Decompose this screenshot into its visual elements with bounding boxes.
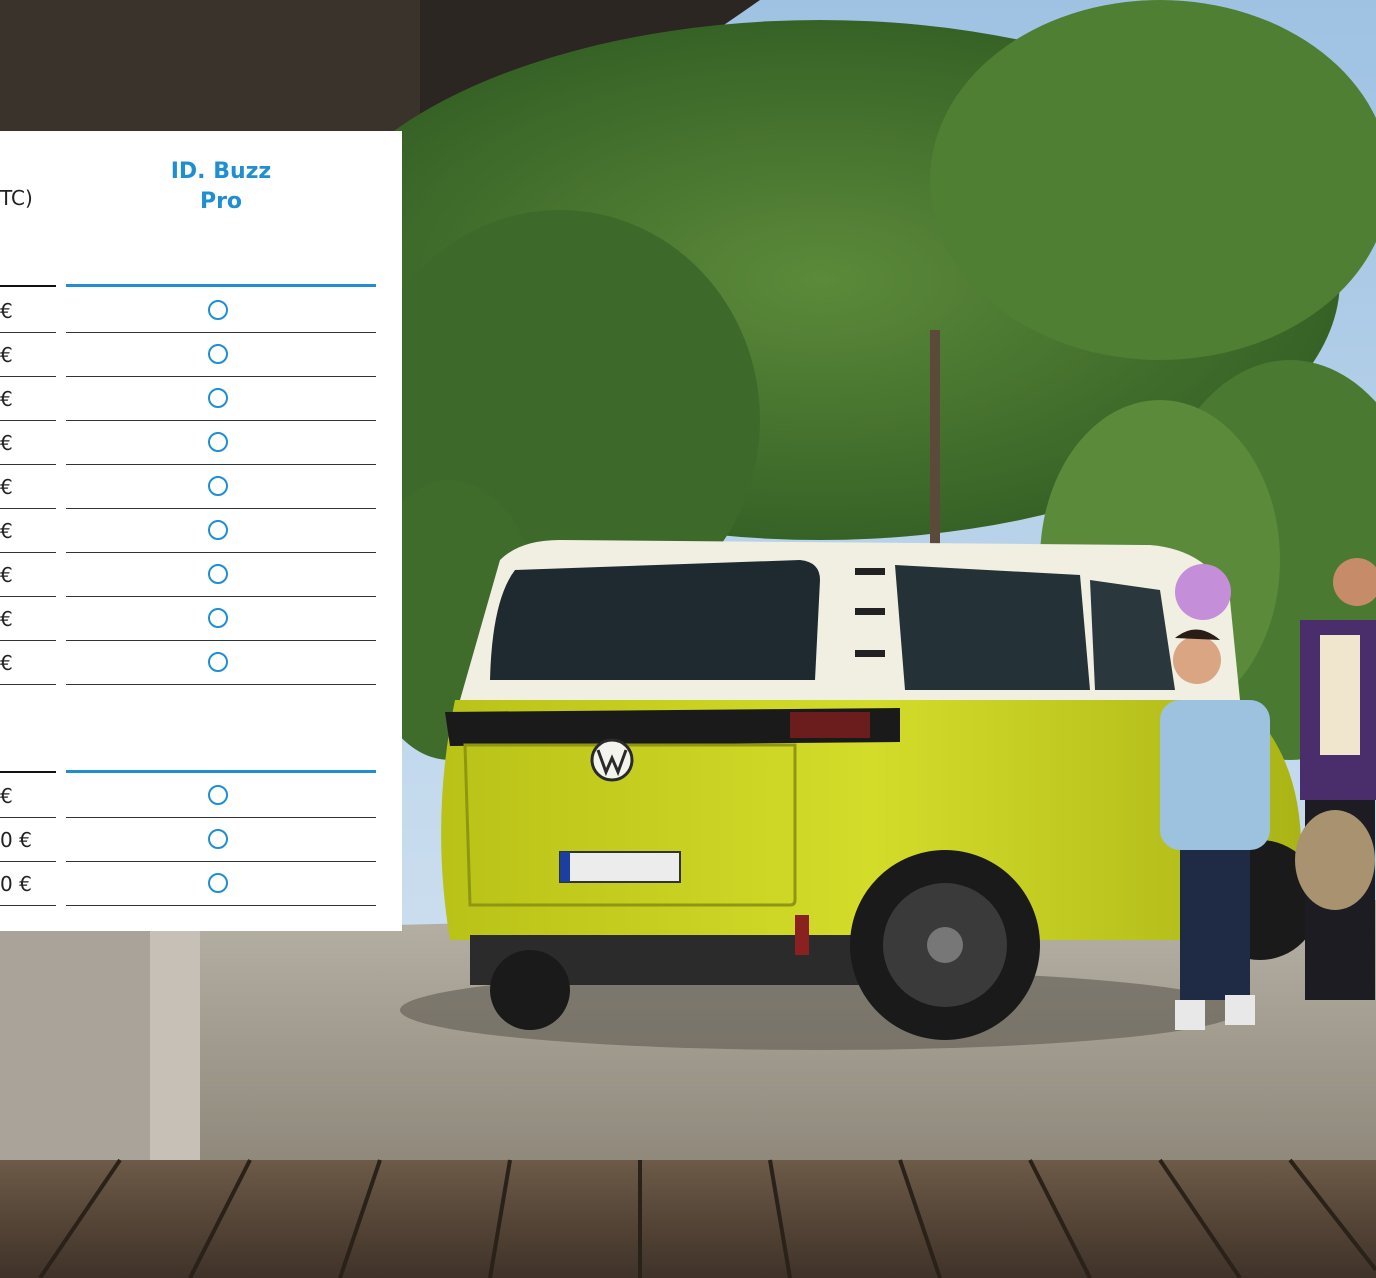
row-price: € bbox=[0, 475, 13, 499]
radio-empty-icon[interactable] bbox=[208, 476, 228, 496]
table-row: € bbox=[0, 774, 402, 818]
row-option-cell bbox=[66, 553, 376, 597]
table-row: 0 € bbox=[0, 862, 402, 906]
row-option-cell bbox=[66, 377, 376, 421]
row-option-cell bbox=[66, 421, 376, 465]
section2-divider-left bbox=[0, 771, 56, 773]
row-price: € bbox=[0, 299, 13, 323]
table-row: € bbox=[0, 509, 402, 553]
row-option-cell bbox=[66, 862, 376, 906]
table-row: € bbox=[0, 597, 402, 641]
table-row: € bbox=[0, 465, 402, 509]
section1-divider-right bbox=[66, 284, 376, 287]
row-price: 0 € bbox=[0, 828, 32, 852]
table-row: 0 € bbox=[0, 818, 402, 862]
section1-divider-left bbox=[0, 285, 56, 287]
table-row: € bbox=[0, 641, 402, 685]
row-option-cell bbox=[66, 509, 376, 553]
row-divider bbox=[66, 684, 376, 685]
row-price: € bbox=[0, 563, 13, 587]
row-divider bbox=[0, 905, 56, 906]
row-option-cell bbox=[66, 774, 376, 818]
radio-empty-icon[interactable] bbox=[208, 652, 228, 672]
row-option-cell bbox=[66, 597, 376, 641]
radio-empty-icon[interactable] bbox=[208, 432, 228, 452]
row-divider bbox=[0, 684, 56, 685]
radio-empty-icon[interactable] bbox=[208, 829, 228, 849]
radio-empty-icon[interactable] bbox=[208, 344, 228, 364]
row-option-cell bbox=[66, 289, 376, 333]
price-column-header-fragment: TC) bbox=[0, 186, 33, 210]
row-option-cell bbox=[66, 333, 376, 377]
row-price: € bbox=[0, 387, 13, 411]
row-price: € bbox=[0, 651, 13, 675]
row-price: € bbox=[0, 607, 13, 631]
row-option-cell bbox=[66, 818, 376, 862]
radio-empty-icon[interactable] bbox=[208, 520, 228, 540]
column-header-line1: ID. Buzz bbox=[170, 159, 272, 184]
radio-empty-icon[interactable] bbox=[208, 388, 228, 408]
row-price: € bbox=[0, 343, 13, 367]
row-price: € bbox=[0, 431, 13, 455]
row-option-cell bbox=[66, 465, 376, 509]
row-price: € bbox=[0, 519, 13, 543]
radio-empty-icon[interactable] bbox=[208, 873, 228, 893]
radio-empty-icon[interactable] bbox=[208, 300, 228, 320]
table-row: € bbox=[0, 553, 402, 597]
column-header-id-buzz-pro: ID. Buzz Pro bbox=[66, 157, 376, 217]
table-row: € bbox=[0, 289, 402, 333]
table-row: € bbox=[0, 333, 402, 377]
radio-empty-icon[interactable] bbox=[208, 608, 228, 628]
table-row: € bbox=[0, 421, 402, 465]
row-price: 0 € bbox=[0, 872, 32, 896]
radio-empty-icon[interactable] bbox=[208, 785, 228, 805]
row-price: € bbox=[0, 784, 13, 808]
row-divider bbox=[66, 905, 376, 906]
section2-divider-right bbox=[66, 770, 376, 773]
radio-empty-icon[interactable] bbox=[208, 564, 228, 584]
column-header-line2: Pro bbox=[199, 189, 243, 214]
table-row: € bbox=[0, 377, 402, 421]
row-option-cell bbox=[66, 641, 376, 685]
